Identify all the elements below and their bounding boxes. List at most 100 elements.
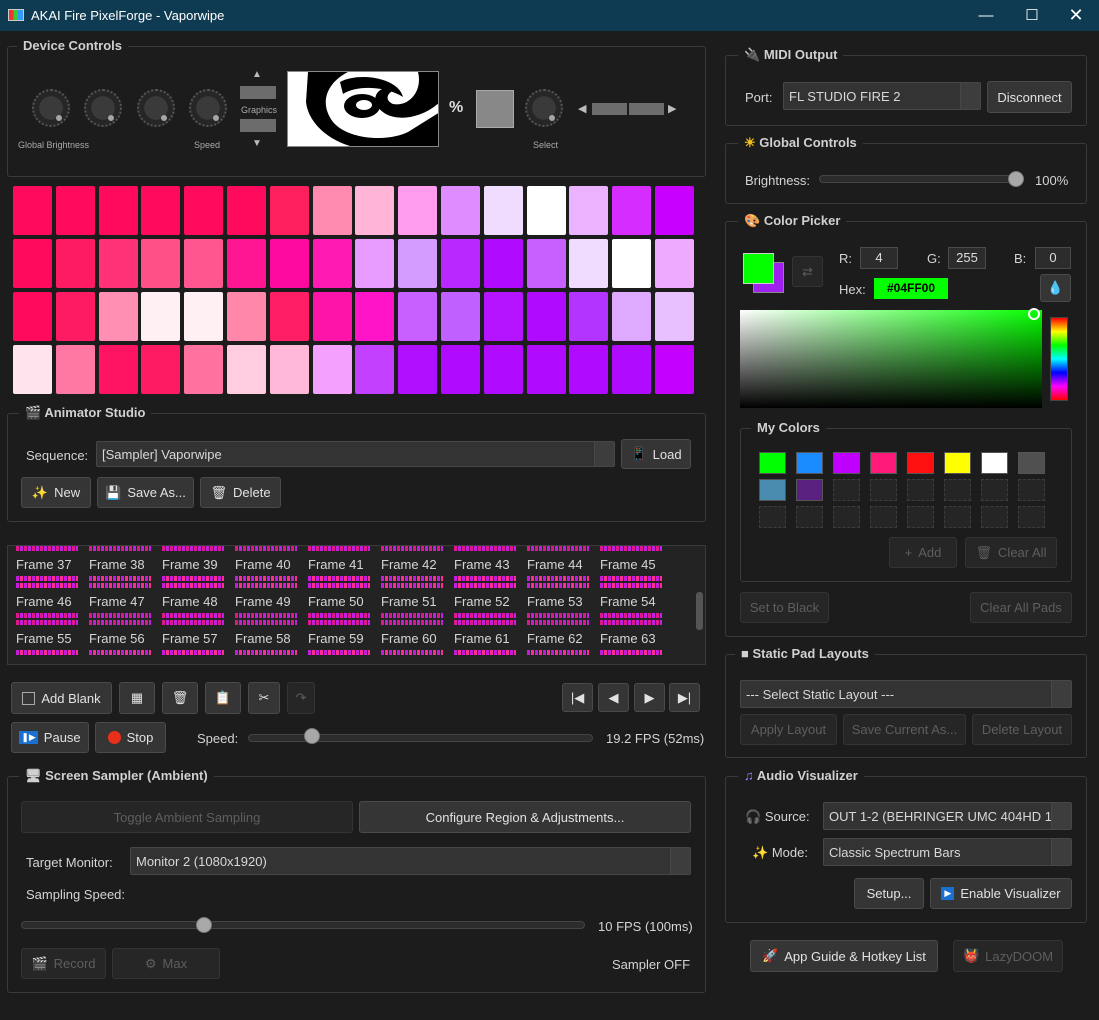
pad-0-5[interactable] [227, 186, 266, 235]
empty-color-slot[interactable] [1018, 506, 1045, 528]
pad-3-5[interactable] [227, 345, 266, 394]
first-frame-button[interactable]: |◀ [562, 683, 593, 712]
prev-frame-button[interactable]: ◀ [598, 683, 629, 712]
add-blank-button[interactable]: Add Blank [11, 682, 112, 714]
pad-1-6[interactable] [269, 239, 309, 288]
pad-0-2[interactable] [98, 186, 138, 235]
set-to-black-button[interactable]: Set to Black [740, 592, 829, 623]
select-knob[interactable] [525, 89, 563, 127]
pad-2-5[interactable] [227, 292, 266, 341]
frame-item[interactable]: Frame 46 [16, 583, 78, 618]
configure-region-button[interactable]: Configure Region & Adjustments... [359, 801, 691, 833]
arrow-up-icon[interactable]: ▲ [252, 69, 262, 80]
frame-item[interactable]: Frame 43 [454, 546, 516, 581]
pad-2-8[interactable] [355, 292, 395, 341]
animation-speed-slider[interactable] [248, 734, 593, 742]
pad-2-14[interactable] [612, 292, 652, 341]
frame-item[interactable]: Frame 57 [162, 620, 224, 655]
my-color-swatch[interactable] [759, 452, 786, 474]
frame-item[interactable]: Frame 50 [308, 583, 370, 618]
apply-layout-button[interactable]: Apply Layout [740, 714, 837, 745]
frame-item[interactable]: Frame 38 [89, 546, 151, 581]
audio-source-select[interactable]: OUT 1-2 (BEHRINGER UMC 404HD 19 [823, 802, 1072, 830]
pad-1-0[interactable] [13, 239, 52, 288]
arrow-right-icon[interactable]: ▶ [668, 102, 676, 115]
frame-item[interactable]: Frame 62 [527, 620, 589, 655]
pad-3-12[interactable] [526, 345, 566, 394]
empty-color-slot[interactable] [981, 506, 1008, 528]
pad-0-14[interactable] [612, 186, 652, 235]
add-color-button[interactable]: + Add [889, 537, 957, 568]
frame-item[interactable]: Frame 63 [600, 620, 662, 655]
pad-1-11[interactable] [483, 239, 523, 288]
hex-input[interactable]: #04FF00 [874, 278, 948, 299]
hue-slider[interactable] [1050, 317, 1068, 401]
last-frame-button[interactable]: ▶| [669, 683, 700, 712]
pad-1-8[interactable] [355, 239, 395, 288]
lazydoom-button[interactable]: 👹 LazyDOOM [953, 940, 1063, 972]
frame-item[interactable]: Frame 40 [235, 546, 297, 581]
pad-2-10[interactable] [441, 292, 480, 341]
pad-0-6[interactable] [269, 186, 309, 235]
pad-3-6[interactable] [269, 345, 309, 394]
pad-0-3[interactable] [141, 186, 181, 235]
copy-frame-button[interactable]: 📋 [205, 682, 241, 714]
pad-3-10[interactable] [441, 345, 480, 394]
max-button[interactable]: ⚙ Max [112, 948, 220, 979]
swap-colors-button[interactable]: ⇄ [792, 256, 823, 287]
empty-color-slot[interactable] [833, 479, 860, 501]
new-button[interactable]: ✨ New [21, 477, 91, 508]
empty-color-slot[interactable] [907, 506, 934, 528]
eyedropper-button[interactable]: 💧 [1040, 274, 1071, 302]
frame-item[interactable]: Frame 37 [16, 546, 78, 581]
port-select[interactable]: FL STUDIO FIRE 2 [783, 82, 981, 110]
record-button[interactable]: 🎬 Record [21, 948, 106, 979]
pad-3-11[interactable] [483, 345, 523, 394]
pad-1-15[interactable] [655, 239, 694, 288]
paste-frame-button[interactable]: ↷ [287, 682, 315, 714]
my-color-swatch[interactable] [981, 452, 1008, 474]
pad-2-6[interactable] [269, 292, 309, 341]
frame-item[interactable]: Frame 48 [162, 583, 224, 618]
pad-0-0[interactable] [13, 186, 52, 235]
g-input[interactable]: 255 [948, 247, 986, 269]
empty-color-slot[interactable] [870, 506, 897, 528]
visualizer-mode-select[interactable]: Classic Spectrum Bars [823, 838, 1072, 866]
frame-item[interactable]: Frame 49 [235, 583, 297, 618]
frame-item[interactable]: Frame 55 [16, 620, 78, 655]
empty-color-slot[interactable] [907, 479, 934, 501]
disconnect-button[interactable]: Disconnect [987, 81, 1072, 113]
toggle-sampling-button[interactable]: Toggle Ambient Sampling [21, 801, 353, 833]
enable-visualizer-button[interactable]: ▶ Enable Visualizer [930, 878, 1072, 909]
static-layout-select[interactable]: --- Select Static Layout --- [740, 680, 1072, 708]
b-input[interactable]: 0 [1035, 247, 1071, 269]
pad-1-4[interactable] [184, 239, 224, 288]
pad-3-8[interactable] [355, 345, 395, 394]
brightness-slider[interactable] [819, 175, 1024, 183]
stop-button[interactable]: Stop [95, 722, 166, 753]
pad-3-0[interactable] [13, 345, 52, 394]
sampling-speed-slider[interactable] [21, 921, 585, 929]
empty-color-slot[interactable] [870, 479, 897, 501]
pad-2-2[interactable] [98, 292, 138, 341]
empty-color-slot[interactable] [944, 506, 971, 528]
pad-3-7[interactable] [312, 345, 352, 394]
pad-2-7[interactable] [312, 292, 352, 341]
frame-item[interactable]: Frame 44 [527, 546, 589, 581]
pad-0-13[interactable] [569, 186, 609, 235]
empty-color-slot[interactable] [1018, 479, 1045, 501]
pad-0-8[interactable] [355, 186, 395, 235]
pad-3-2[interactable] [98, 345, 138, 394]
pad-1-10[interactable] [441, 239, 480, 288]
save-as-button[interactable]: 💾 Save As... [97, 477, 194, 508]
duplicate-frame-button[interactable]: ▦ [119, 682, 155, 714]
pad-3-13[interactable] [569, 345, 609, 394]
delete-frame-button[interactable]: 🗑 [162, 682, 198, 714]
empty-color-slot[interactable] [833, 506, 860, 528]
pad-1-12[interactable] [526, 239, 566, 288]
primary-color-swatch[interactable] [743, 253, 774, 284]
animation-speed-handle[interactable] [303, 728, 320, 744]
frame-item[interactable]: Frame 41 [308, 546, 370, 581]
maximize-button[interactable]: ☐ [1009, 0, 1055, 31]
pad-2-12[interactable] [526, 292, 566, 341]
